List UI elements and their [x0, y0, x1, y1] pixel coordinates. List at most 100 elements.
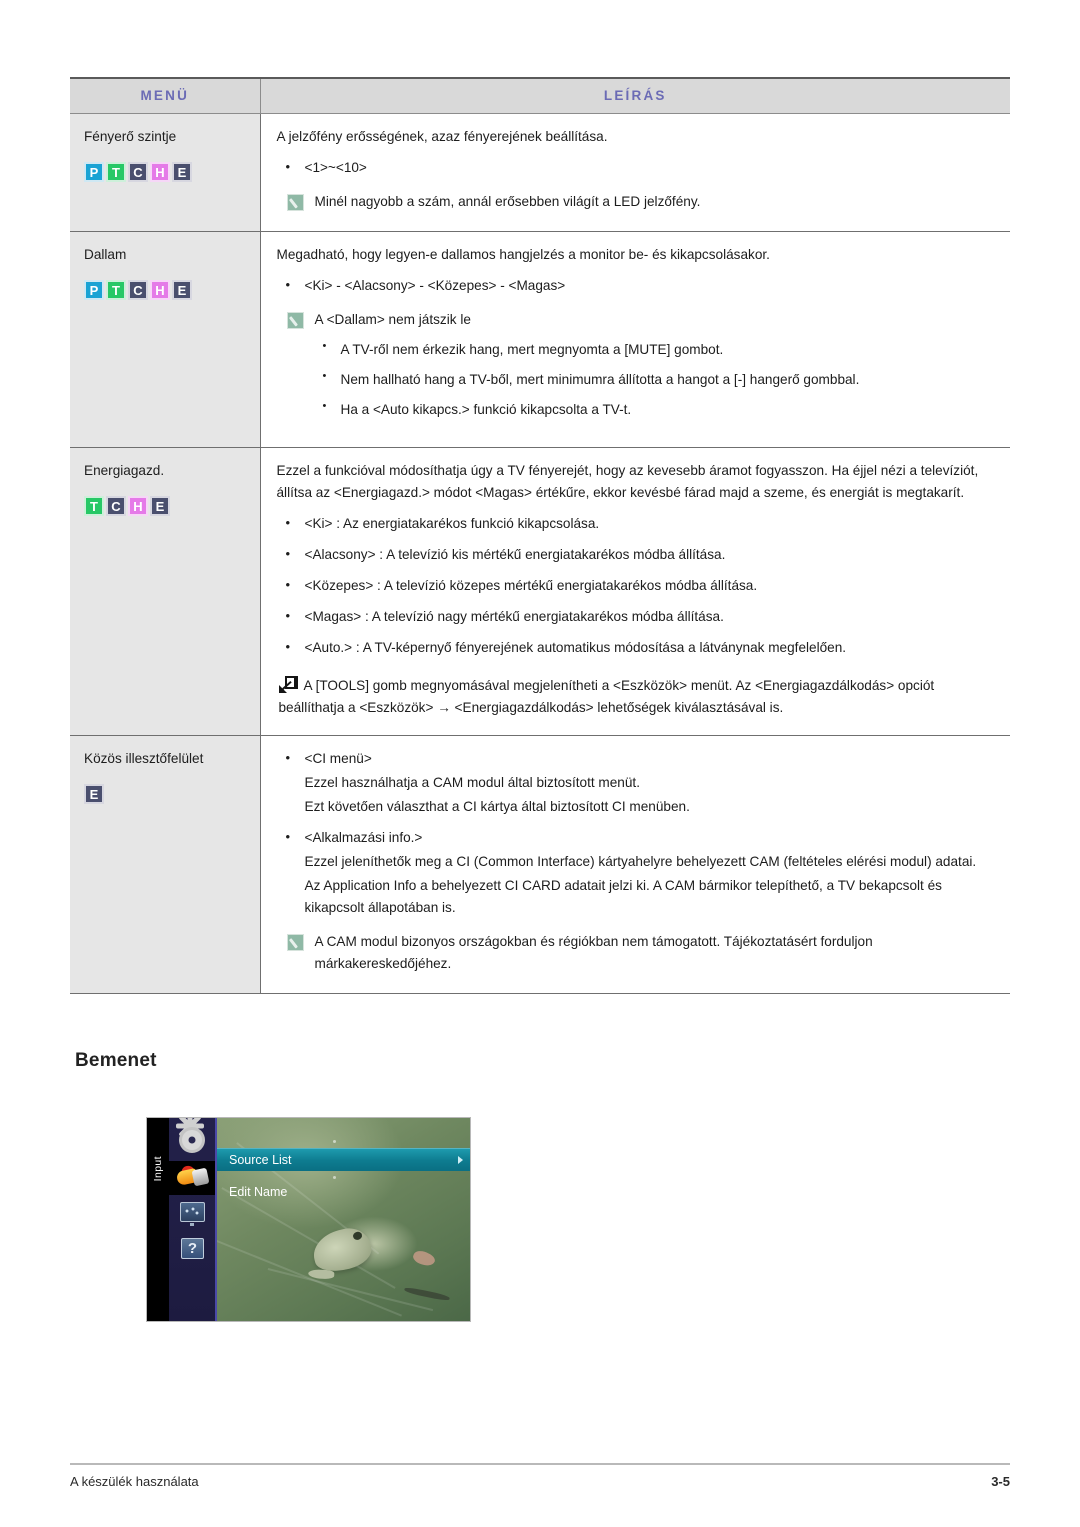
- table-body: Fényerő szintje P T C H E A jelzőfény er…: [70, 113, 1010, 995]
- badge-h: H: [128, 496, 148, 517]
- description-intro: Ezzel a funkcióval módosíthatja úgy a TV…: [276, 463, 979, 501]
- description-cell: A jelzőfény erősségének, azaz fényerején…: [260, 113, 1010, 233]
- page-footer: A készülék használata 3-5: [70, 1463, 1010, 1489]
- gear-icon[interactable]: [175, 1118, 209, 1155]
- list-item: <1>~<10>: [277, 156, 997, 179]
- picture-icon[interactable]: [175, 1199, 209, 1229]
- description-intro: A jelzőfény erősségének, azaz fényerején…: [276, 129, 608, 144]
- menu-cell: Dallam P T C H E: [70, 231, 261, 449]
- description-cell: Megadható, hogy legyen-e dallamos hangje…: [260, 231, 1010, 449]
- section-heading: Bemenet: [75, 1049, 157, 1071]
- badge-group: T C H E: [84, 496, 250, 517]
- table-row: Közös illesztőfelület E <CI menü> Ezzel …: [70, 735, 1010, 995]
- list-item: A TV-ről nem érkezik hang, mert megnyomt…: [315, 338, 997, 361]
- badge-e: E: [84, 784, 104, 805]
- badge-c: C: [128, 162, 148, 183]
- badge-p: P: [84, 280, 104, 301]
- ci-bullet-label: <Alkalmazási info.>: [304, 830, 423, 846]
- note-body: A <Dallam> nem játszik le A TV-ről nem é…: [315, 309, 997, 429]
- menu-cell: Közös illesztőfelület E: [70, 735, 261, 995]
- menu-cell: Fényerő szintje P T C H E: [70, 113, 261, 233]
- badge-group: E: [84, 784, 250, 805]
- list-item: Ha a <Auto kikapcs.> funkció kikapcsolta…: [315, 398, 997, 421]
- column-header-description: LEÍRÁS: [260, 77, 1010, 114]
- tools-note-text: A [TOOLS] gomb megnyomásával megjeleníth…: [278, 678, 935, 716]
- osd-tab-label: Input: [152, 1156, 164, 1182]
- chevron-right-icon: [458, 1155, 463, 1164]
- bullet-list: <1>~<10>: [277, 156, 997, 179]
- menu-cell: Energiagazd. T C H E: [70, 447, 261, 737]
- badge-h: H: [150, 280, 170, 301]
- help-glyph: ?: [181, 1238, 204, 1259]
- ci-bullet-line: Ezt követően választhat a CI kártya álta…: [304, 799, 690, 815]
- leaf-spot: [410, 1248, 437, 1269]
- note-sub-list: A TV-ről nem érkezik hang, mert megnyomt…: [315, 338, 997, 421]
- ci-bullet-line: Ezzel jeleníthetők meg a CI (Common Inte…: [304, 854, 977, 870]
- table-header: MENÜ LEÍRÁS: [70, 77, 1010, 114]
- document-page: MENÜ LEÍRÁS Fényerő szintje P T C H E A …: [0, 0, 1080, 1527]
- badge-t: T: [106, 280, 126, 301]
- ci-bullet-line: Ezzel használhatja a CAM modul által biz…: [304, 775, 640, 791]
- list-item: <CI menü> Ezzel használhatja a CAM modul…: [277, 747, 997, 818]
- table-row: Dallam P T C H E Megadható, hogy legyen-…: [70, 231, 1010, 449]
- tools-button-icon: [278, 676, 298, 694]
- ci-bullet-label: <CI menü>: [304, 751, 372, 767]
- badge-group: P T C H E: [84, 280, 250, 301]
- list-item: <Alkalmazási info.> Ezzel jeleníthetők m…: [277, 826, 997, 919]
- list-item: <Közepes> : A televízió közepes mértékű …: [277, 574, 997, 597]
- note-pencil-icon: [286, 194, 304, 212]
- list-item: <Alacsony> : A televízió kis mértékű ene…: [277, 543, 997, 566]
- menu-label: Közös illesztőfelület: [84, 751, 204, 767]
- osd-menu-label: Edit Name: [229, 1184, 288, 1199]
- list-item: <Magas> : A televízió nagy mértékű energ…: [277, 605, 997, 628]
- frog-image: [308, 1223, 376, 1279]
- badge-e: E: [172, 280, 192, 301]
- tv-osd-screenshot: Input ? Source List Edit Name: [146, 1117, 471, 1322]
- list-item: <Ki> : Az energiatakarékos funkció kikap…: [277, 512, 997, 535]
- list-item: <Auto.> : A TV-képernyő fényerejének aut…: [277, 636, 997, 659]
- bullet-list: <Ki> : Az energiatakarékos funkció kikap…: [277, 512, 997, 659]
- osd-menu-item-edit-name[interactable]: Edit Name: [217, 1180, 470, 1203]
- note-block: A <Dallam> nem játszik le A TV-ről nem é…: [286, 309, 997, 429]
- input-plug-icon[interactable]: [169, 1161, 215, 1195]
- table-row: Fényerő szintje P T C H E A jelzőfény er…: [70, 113, 1010, 233]
- note-block: A CAM modul bizonyos országokban és régi…: [286, 931, 997, 975]
- badge-t: T: [106, 162, 126, 183]
- note-text: A <Dallam> nem játszik le: [314, 312, 471, 328]
- osd-content-area: Source List Edit Name: [217, 1118, 470, 1321]
- column-header-menu: MENÜ: [70, 77, 261, 114]
- osd-menu-label: Source List: [229, 1152, 292, 1167]
- badge-c: C: [128, 280, 148, 301]
- note-text: Minél nagyobb a szám, annál erősebben vi…: [314, 194, 701, 210]
- note-text: A CAM modul bizonyos országokban és régi…: [314, 934, 873, 972]
- description-cell: <CI menü> Ezzel használhatja a CAM modul…: [260, 735, 1010, 995]
- badge-e: E: [150, 496, 170, 517]
- menu-description-table: MENÜ LEÍRÁS Fényerő szintje P T C H E A …: [70, 77, 1010, 995]
- badge-t: T: [84, 496, 104, 517]
- badge-group: P T C H E: [84, 162, 250, 183]
- description-cell: Ezzel a funkcióval módosíthatja úgy a TV…: [260, 447, 1010, 737]
- footer-page-number: 3-5: [991, 1474, 1010, 1489]
- ci-bullet-line: Az Application Info a behelyezett CI CAR…: [304, 878, 942, 916]
- tools-note-block: A [TOOLS] gomb megnyomásával megjeleníth…: [278, 675, 997, 719]
- bullet-list: <CI menü> Ezzel használhatja a CAM modul…: [277, 747, 997, 919]
- list-item: <Ki> - <Alacsony> - <Közepes> - <Magas>: [277, 274, 997, 297]
- help-icon[interactable]: ?: [175, 1235, 209, 1265]
- menu-label: Fényerő szintje: [84, 129, 177, 144]
- note-block: Minél nagyobb a szám, annál erősebben vi…: [286, 191, 997, 213]
- badge-p: P: [84, 162, 104, 183]
- menu-label: Energiagazd.: [84, 463, 165, 479]
- note-pencil-icon: [286, 312, 304, 330]
- leaf-streak: [403, 1285, 450, 1302]
- osd-tab-strip: Input: [147, 1118, 169, 1321]
- table-header-row: MENÜ LEÍRÁS: [70, 77, 1010, 114]
- osd-menu-item-source-list[interactable]: Source List: [217, 1148, 470, 1171]
- osd-icon-rail: ?: [169, 1118, 217, 1321]
- menu-label: Dallam: [84, 247, 127, 263]
- badge-e: E: [172, 162, 192, 183]
- bullet-list: <Ki> - <Alacsony> - <Közepes> - <Magas>: [277, 274, 997, 297]
- badge-c: C: [106, 496, 126, 517]
- badge-h: H: [150, 162, 170, 183]
- footer-chapter-title: A készülék használata: [70, 1474, 199, 1489]
- description-intro: Megadható, hogy legyen-e dallamos hangje…: [276, 247, 770, 263]
